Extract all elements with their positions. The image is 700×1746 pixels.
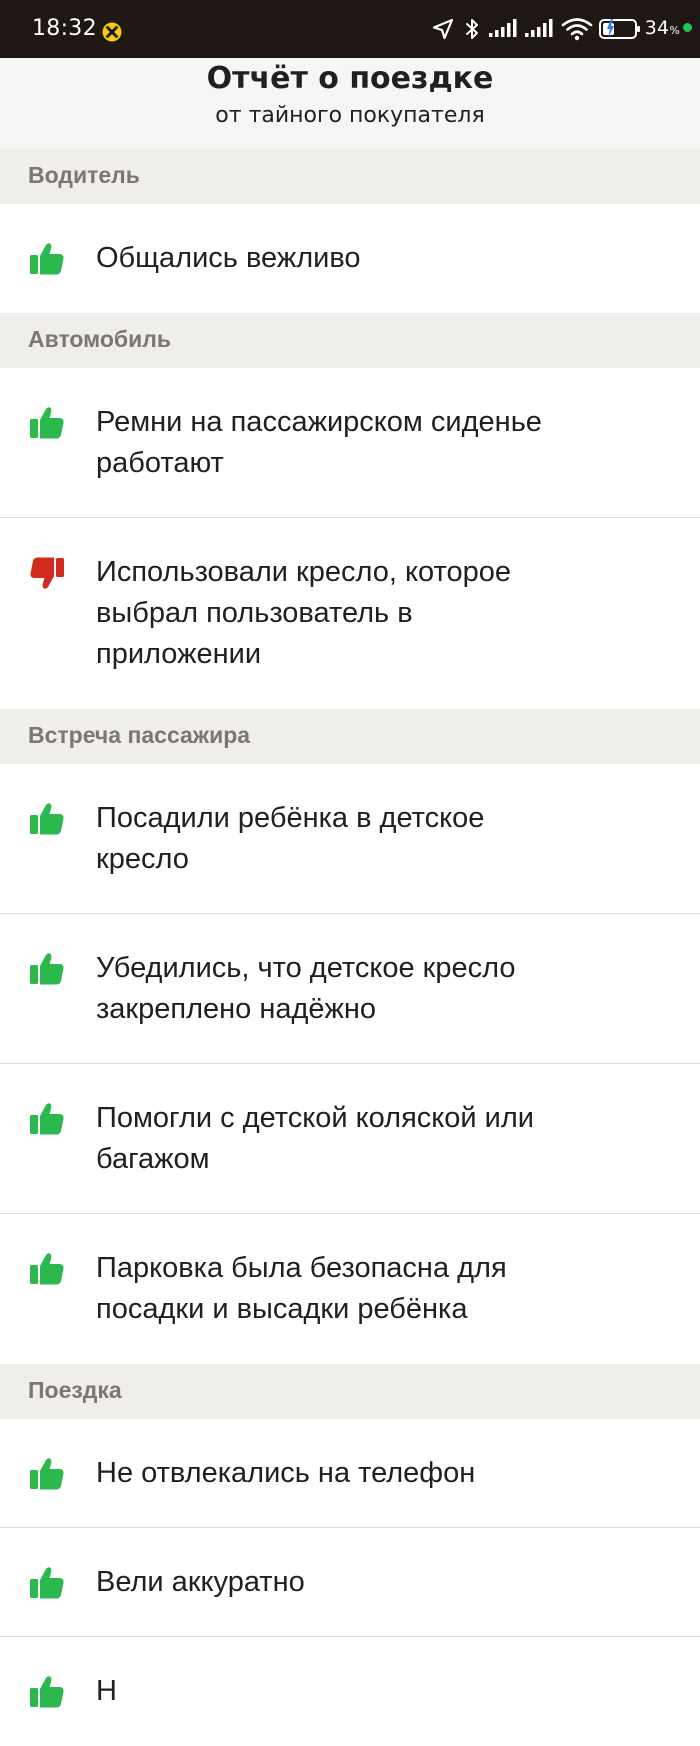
report-item-line: багажом xyxy=(96,1143,210,1175)
report-item-line: кресло xyxy=(96,843,189,875)
thumbs-up-icon xyxy=(28,1564,66,1602)
section-header: Автомобиль xyxy=(0,313,700,368)
section-header: Поездка xyxy=(0,1364,700,1419)
section-title: Поездка xyxy=(28,1377,122,1403)
section-title: Встреча пассажира xyxy=(28,722,251,748)
taxi-notification-icon xyxy=(102,22,122,42)
report-item-line: посадки и высадки ребёнка xyxy=(96,1293,468,1325)
report-item-line: Парковка была безопасна для xyxy=(96,1252,507,1284)
thumbs-up-icon xyxy=(28,1100,66,1138)
report-item-text: Не отвлекались на телефон xyxy=(96,1453,670,1494)
report-item: Использовали кресло, которое выбрал польз… xyxy=(0,518,700,709)
status-bar: 18:32 34% xyxy=(0,0,700,58)
charging-indicator xyxy=(683,22,692,32)
report-item-text: Посадили ребёнка в детское кресло xyxy=(96,798,670,880)
section-title: Автомобиль xyxy=(28,326,172,352)
report-item: Ремни на пассажирском сиденье работают xyxy=(0,368,700,518)
battery-icon xyxy=(598,19,640,39)
section-header: Водитель xyxy=(0,149,700,204)
report-item-line: работают xyxy=(96,447,224,479)
report-item: Посадили ребёнка в детское кресло xyxy=(0,764,700,914)
wifi-icon xyxy=(561,18,593,41)
thumbs-up-icon xyxy=(28,1250,66,1288)
report-item-text: Вели аккуратно xyxy=(96,1562,670,1603)
report-list: Водитель Общались вежливо Автомобиль Ремни … xyxy=(0,149,700,1746)
report-item-line: Н xyxy=(96,1675,117,1707)
thumbs-up-icon xyxy=(28,950,66,988)
report-item-line: приложении xyxy=(96,638,262,670)
status-icons: 34% xyxy=(431,0,692,58)
report-item-text: Убедились, что детское кресло закреплено … xyxy=(96,948,670,1030)
report-item: Н xyxy=(0,1637,700,1746)
report-item: Общались вежливо xyxy=(0,204,700,313)
location-arrow-icon xyxy=(432,18,453,40)
section-title: Водитель xyxy=(28,162,140,188)
report-item-text: Общались вежливо xyxy=(96,238,670,279)
signal-icon xyxy=(524,19,553,37)
report-item-text: Использовали кресло, которое выбрал польз… xyxy=(96,552,670,675)
report-item-line: Помогли с детской коляской или xyxy=(96,1102,535,1134)
report-item: Парковка была безопасна для посадки и выс… xyxy=(0,1214,700,1364)
battery-percent: 34% xyxy=(644,16,680,39)
thumbs-up-icon xyxy=(28,1455,66,1493)
report-item-line: Посадили ребёнка в детское xyxy=(96,802,485,834)
report-item-text: Парковка была безопасна для посадки и выс… xyxy=(96,1248,670,1330)
report-item-line: Ремни на пассажирском сиденье xyxy=(96,406,542,438)
page-title: Отчёт о поездке xyxy=(206,61,494,96)
status-time: 18:32 xyxy=(32,16,97,41)
report-item-line: Не отвлекались на телефон xyxy=(96,1457,476,1489)
report-item: Помогли с детской коляской или багажом xyxy=(0,1064,700,1214)
report-item-line: Общались вежливо xyxy=(96,242,361,274)
thumbs-up-icon xyxy=(28,404,66,442)
section-header: Встреча пассажира xyxy=(0,709,700,764)
report-item-line: Убедились, что детское кресло xyxy=(96,952,516,984)
bluetooth-icon xyxy=(465,19,478,39)
report-item-line: Вели аккуратно xyxy=(96,1566,305,1598)
report-item-text: Н xyxy=(96,1671,670,1712)
page-header: Отчёт о поездке от тайного покупателя xyxy=(0,58,700,149)
page-subtitle: от тайного покупателя xyxy=(215,103,485,128)
report-item: Не отвлекались на телефон xyxy=(0,1419,700,1528)
signal-icon xyxy=(488,19,517,37)
thumbs-up-icon xyxy=(28,800,66,838)
report-item-line: закреплено надёжно xyxy=(96,993,377,1025)
report-item: Вели аккуратно xyxy=(0,1528,700,1637)
report-item-text: Ремни на пассажирском сиденье работают xyxy=(96,402,670,484)
report-item-line: Использовали кресло, которое xyxy=(96,556,511,588)
thumbs-up-icon xyxy=(28,1673,66,1711)
report-item-text: Помогли с детской коляской или багажом xyxy=(96,1098,670,1180)
thumbs-down-icon xyxy=(28,554,66,592)
thumbs-up-icon xyxy=(28,240,66,278)
report-item: Убедились, что детское кресло закреплено … xyxy=(0,914,700,1064)
report-item-line: выбрал пользователь в xyxy=(96,597,413,629)
